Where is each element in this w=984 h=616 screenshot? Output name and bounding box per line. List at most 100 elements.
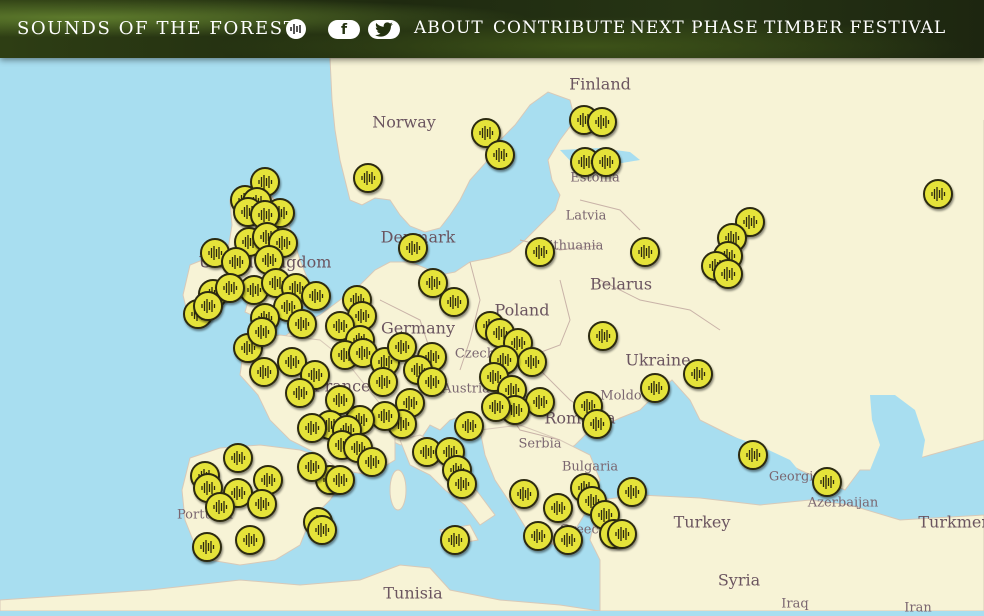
sound-marker[interactable] [485,140,515,170]
sound-wave-icon [315,523,330,537]
sound-marker[interactable] [285,378,315,408]
map-label: Serbia [518,436,562,452]
sound-marker[interactable] [509,479,539,509]
sound-marker[interactable] [307,515,337,545]
sound-wave-icon [285,355,300,369]
sound-marker[interactable] [525,237,555,267]
sound-marker[interactable] [617,477,647,507]
sound-marker[interactable] [630,237,660,267]
sound-wave-icon [261,473,276,487]
sound-marker[interactable] [587,107,617,137]
sound-wave-icon[interactable] [286,19,306,39]
sound-wave-icon [489,400,504,414]
sound-marker[interactable] [357,447,387,477]
sound-wave-icon [531,529,546,543]
sound-marker[interactable] [582,409,612,439]
sound-marker[interactable] [440,525,470,555]
map-label: Ukraine [625,350,691,370]
sound-wave-icon [305,421,320,435]
sound-wave-icon [229,255,244,269]
sound-wave-icon [596,329,611,343]
sound-marker[interactable] [738,440,768,470]
sound-wave-icon [820,475,835,489]
sound-marker[interactable] [683,359,713,389]
sound-marker[interactable] [368,367,398,397]
sound-wave-icon [376,375,391,389]
sound-marker[interactable] [447,469,477,499]
sound-wave-icon [305,460,320,474]
sound-marker[interactable] [249,357,279,387]
sound-marker[interactable] [543,493,573,523]
sound-wave-icon [333,393,348,407]
sound-wave-icon [648,381,663,395]
site-title[interactable]: SOUNDS OF THE FOREST [17,18,297,39]
sound-marker[interactable] [713,259,743,289]
sound-marker[interactable] [192,532,222,562]
sound-wave-icon [525,355,540,369]
sound-wave-icon [255,325,270,339]
sound-wave-icon [462,419,477,433]
sound-wave-icon [420,445,435,459]
map-label: Syria [717,570,761,590]
sound-wave-icon [378,409,393,423]
sound-wave-icon [425,375,440,389]
sound-wave-icon [455,477,470,491]
sound-wave-icon [201,299,216,313]
sound-wave-icon [355,309,370,323]
sound-marker[interactable] [517,347,547,377]
map-label: Turkey [673,512,731,532]
sound-marker[interactable] [223,443,253,473]
sound-wave-icon [615,527,630,541]
sound-marker[interactable] [325,465,355,495]
sound-wave-icon [361,171,376,185]
sound-marker[interactable] [301,281,331,311]
sound-wave-icon [223,281,238,295]
sound-wave-icon [262,253,277,267]
map-label: Bulgaria [561,459,619,475]
sound-marker[interactable] [398,233,428,263]
twitter-button[interactable] [368,20,400,39]
sound-wave-icon [406,241,421,255]
sound-marker[interactable] [588,321,618,351]
sound-marker[interactable] [287,309,317,339]
sound-wave-icon [517,487,532,501]
sound-wave-icon [448,533,463,547]
sound-marker[interactable] [439,287,469,317]
map-label: Tunisia [383,583,443,603]
sound-marker[interactable] [553,525,583,555]
nav-about[interactable]: ABOUT [414,18,484,38]
sound-marker[interactable] [481,392,511,422]
sound-marker[interactable] [247,489,277,519]
sound-wave-icon [551,501,566,515]
map-label: Azerbaijan [807,495,879,511]
sound-marker[interactable] [247,317,277,347]
sound-wave-icon [595,115,610,129]
sound-marker[interactable] [812,467,842,497]
sound-marker[interactable] [205,492,235,522]
sound-marker[interactable] [591,147,621,177]
sound-wave-icon [395,340,410,354]
nav-timber-festival[interactable]: TIMBER FESTIVAL [764,18,946,38]
sound-marker[interactable] [353,163,383,193]
sound-marker[interactable] [297,452,327,482]
sound-wave-icon [746,448,761,462]
sound-wave-icon [590,417,605,431]
sound-marker[interactable] [523,521,553,551]
sound-marker[interactable] [923,179,953,209]
sound-wave-icon [309,289,324,303]
nav-next-phase[interactable]: NEXT PHASE [630,18,759,38]
sound-marker[interactable] [297,413,327,443]
sound-marker[interactable] [607,519,637,549]
nav-contribute[interactable]: CONTRIBUTE [493,18,626,38]
map-label: Turkmen [918,512,984,532]
map-base[interactable] [0,0,984,611]
sound-marker[interactable] [235,525,265,555]
facebook-button[interactable]: f [328,20,360,39]
sound-marker[interactable] [640,373,670,403]
sound-marker[interactable] [193,291,223,321]
sound-wave-icon [479,126,494,140]
sound-wave-icon [533,245,548,259]
sound-wave-icon [493,148,508,162]
sound-wave-icon [447,295,462,309]
sound-marker[interactable] [454,411,484,441]
